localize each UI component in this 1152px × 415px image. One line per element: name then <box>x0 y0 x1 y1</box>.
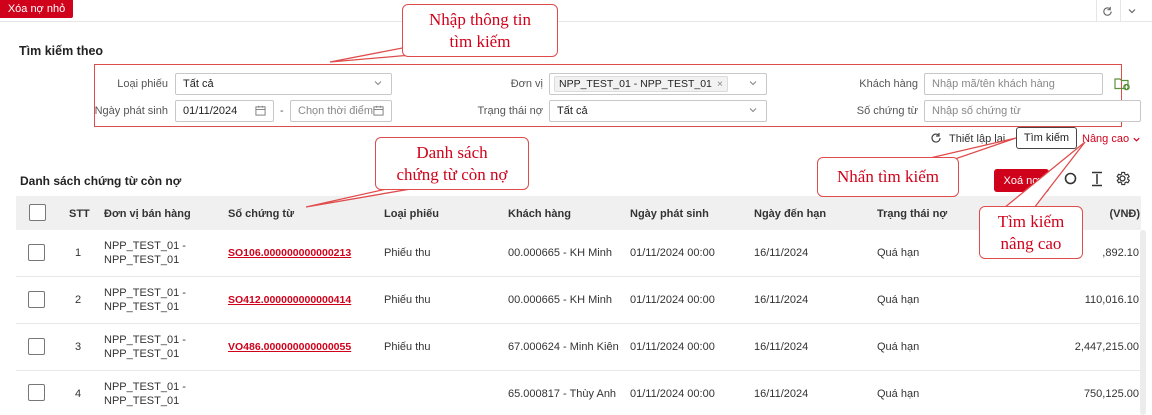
delete-debt-button[interactable]: Xoá nợ <box>994 169 1049 192</box>
debt-status-label: Trạng thái nợ <box>477 105 543 117</box>
row-unit: NPP_TEST_01 - NPP_TEST_01 <box>104 334 186 360</box>
delete-small-debt-button[interactable]: Xóa nợ nhỏ <box>0 0 73 18</box>
row-checkbox[interactable] <box>28 291 45 308</box>
row-due-date: 16/11/2024 <box>754 388 809 400</box>
chevron-down-icon <box>749 81 757 86</box>
search-section-title: Tìm kiếm theo <box>19 44 104 58</box>
col-customer: Khách hàng <box>508 208 571 220</box>
customer-label: Khách hàng <box>859 78 918 90</box>
chevron-down-icon <box>749 108 757 113</box>
voucher-type-select[interactable]: Tất cả <box>175 73 392 95</box>
row-voucher-link[interactable]: SO412.000000000000414 <box>228 294 351 306</box>
col-stt: STT <box>69 208 90 220</box>
issue-date-label: Ngày phát sinh <box>94 105 168 117</box>
top-bar <box>0 0 1152 22</box>
row-status: Quá hạn <box>877 341 920 353</box>
unit-select[interactable]: NPP_TEST_01 - NPP_TEST_01 × <box>549 73 767 95</box>
row-issue-date: 01/11/2024 00:00 <box>630 388 715 400</box>
annotation-press-search: Nhấn tìm kiếm <box>817 157 959 197</box>
row-stt: 1 <box>75 247 82 259</box>
annotation-debt-list: Danh sách chứng từ còn nợ <box>375 137 529 190</box>
col-due-date: Ngày đến hạn <box>754 208 827 220</box>
row-customer: 67.000624 - Minh Kiên <box>508 341 619 353</box>
row-issue-date: 01/11/2024 00:00 <box>630 341 715 353</box>
calendar-icon <box>255 105 266 116</box>
row-voucher-link[interactable]: VO486.000000000000055 <box>228 341 351 353</box>
annotation-advanced-search: Tìm kiếm nâng cao <box>979 206 1083 259</box>
voucher-no-input[interactable]: Nhập số chứng từ <box>924 100 1141 122</box>
row-amount: 2,447,215.00 <box>1074 341 1139 353</box>
col-unit: Đơn vị bán hàng <box>104 208 191 220</box>
chevron-down-icon <box>1133 137 1140 142</box>
row-type: Phiếu thu <box>384 341 431 353</box>
row-stt: 3 <box>75 341 82 353</box>
col-voucher-no: Số chứng từ <box>228 208 295 220</box>
row-due-date: 16/11/2024 <box>754 294 809 306</box>
row-amount: 750,125.00 <box>1083 388 1139 400</box>
row-checkbox[interactable] <box>28 384 45 401</box>
voucher-no-label: Số chứng từ <box>856 105 918 117</box>
row-status: Quá hạn <box>877 294 920 306</box>
row-stt: 2 <box>75 294 82 306</box>
row-amount: 110,016.10 <box>1084 294 1139 306</box>
row-unit: NPP_TEST_01 - NPP_TEST_01 <box>104 381 186 407</box>
row-status: Quá hạn <box>877 247 920 259</box>
unit-tag: NPP_TEST_01 - NPP_TEST_01 × <box>554 76 728 92</box>
row-issue-date: 01/11/2024 00:00 <box>630 294 715 306</box>
date-separator: - <box>280 105 284 117</box>
voucher-type-label: Loại phiếu <box>117 78 168 90</box>
collapse-chevron-icon[interactable] <box>1120 0 1142 22</box>
issue-date-from-input[interactable]: 01/11/2024 <box>175 100 274 122</box>
row-type: Phiếu thu <box>384 247 431 259</box>
settings-gear-icon[interactable] <box>1114 170 1131 190</box>
tag-close-icon[interactable]: × <box>717 78 723 90</box>
row-voucher-link[interactable]: SO106.000000000000213 <box>228 247 351 259</box>
row-issue-date: 01/11/2024 00:00 <box>630 247 715 259</box>
row-customer: 00.000665 - KH Minh <box>508 294 612 306</box>
column-height-icon[interactable] <box>1090 171 1104 190</box>
col-debt-status: Trạng thái nợ <box>877 208 948 220</box>
col-issue-date: Ngày phát sinh <box>630 208 709 220</box>
row-customer: 65.000817 - Thùy Anh <box>508 388 617 400</box>
unit-label: Đơn vị <box>510 78 543 90</box>
chevron-down-icon <box>374 81 382 86</box>
row-due-date: 16/11/2024 <box>754 247 809 259</box>
col-voucher-type: Loại phiếu <box>384 208 439 220</box>
calendar-icon <box>373 105 384 116</box>
issue-date-to-input[interactable]: Chọn thời điểm <box>290 100 392 122</box>
annotation-search-input: Nhập thông tin tìm kiếm <box>402 4 558 57</box>
list-title: Danh sách chứng từ còn nợ <box>20 174 182 188</box>
row-checkbox[interactable] <box>28 338 45 355</box>
reset-icon[interactable] <box>930 132 942 147</box>
folder-add-icon[interactable] <box>1114 76 1131 94</box>
refresh-icon[interactable] <box>1096 0 1118 22</box>
row-stt: 4 <box>75 388 82 400</box>
reset-button[interactable]: Thiết lập lại <box>949 133 1005 145</box>
select-all-checkbox[interactable] <box>29 204 46 221</box>
search-icon[interactable] <box>1064 172 1080 191</box>
row-unit: NPP_TEST_01 - NPP_TEST_01 <box>104 287 186 313</box>
row-customer: 00.000665 - KH Minh <box>508 247 612 259</box>
row-unit: NPP_TEST_01 - NPP_TEST_01 <box>104 240 186 266</box>
row-status: Quá hạn <box>877 388 920 400</box>
row-checkbox[interactable] <box>28 244 45 261</box>
table-scrollbar[interactable] <box>1140 230 1146 415</box>
advanced-search-toggle[interactable]: Nâng cao <box>1082 133 1141 145</box>
row-due-date: 16/11/2024 <box>754 341 809 353</box>
customer-input[interactable]: Nhập mã/tên khách hàng <box>924 73 1103 95</box>
search-button[interactable]: Tìm kiếm <box>1016 127 1077 149</box>
debt-status-select[interactable]: Tất cả <box>549 100 767 122</box>
row-type: Phiếu thu <box>384 294 431 306</box>
